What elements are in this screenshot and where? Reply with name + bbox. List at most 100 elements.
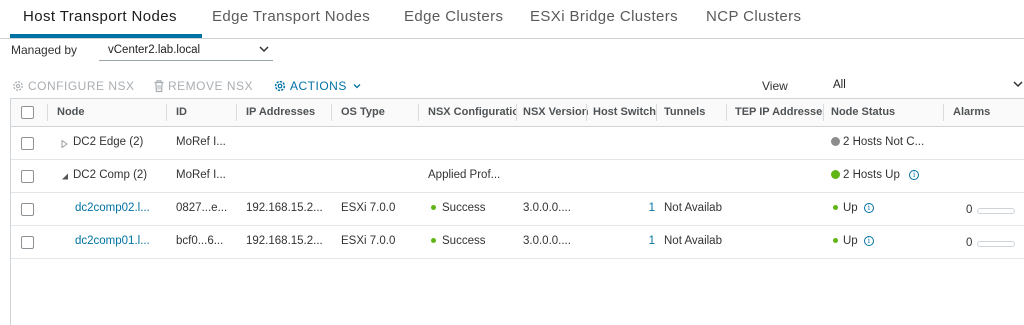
column-separator: [943, 104, 944, 121]
column-header-nsx-configuration[interactable]: NSX Configuratio: [428, 106, 516, 118]
ip-addresses: 192.168.15.2...: [246, 235, 323, 247]
managed-by-value: vCenter2.lab.local: [108, 44, 201, 56]
nsx-configuration-text: Success: [442, 202, 486, 214]
info-icon[interactable]: i: [863, 203, 874, 213]
select-all-checkbox[interactable]: [21, 106, 34, 119]
configure-nsx-label: CONFIGURE NSX: [28, 79, 135, 93]
info-icon[interactable]: i: [863, 236, 874, 246]
alarm-bar: [977, 208, 1015, 214]
nsx-configuration: Success: [431, 235, 515, 247]
managed-by-label: Managed by: [11, 43, 78, 57]
column-header-alarms[interactable]: Alarms: [953, 106, 1013, 118]
column-header-id[interactable]: ID: [176, 106, 236, 118]
tab-edge-transport-nodes[interactable]: Edge Transport Nodes: [212, 8, 370, 25]
tab-edge-clusters[interactable]: Edge Clusters: [404, 8, 503, 25]
tab-esxi-bridge-clusters[interactable]: ESXi Bridge Clusters: [530, 8, 678, 25]
node-status: 2 Hosts Not C...: [831, 136, 941, 148]
host-switch-count[interactable]: 1: [637, 235, 655, 247]
nsx-version: 3.0.0.0....: [523, 202, 571, 214]
status-dot-icon: [833, 205, 838, 211]
actions-menu-button[interactable]: ACTIONS: [273, 79, 364, 93]
nsx-configuration-text: Success: [442, 235, 486, 247]
row-checkbox[interactable]: [21, 137, 34, 150]
column-separator: [331, 104, 332, 121]
view-value: All: [833, 79, 846, 91]
table-row[interactable]: DC2 Edge (2) MoRef I... 2 Hosts Not C...: [11, 127, 1024, 160]
table-row[interactable]: DC2 Comp (2) MoRef I... Applied Prof... …: [11, 160, 1024, 193]
column-separator: [726, 104, 727, 121]
column-header-tunnels[interactable]: Tunnels: [664, 106, 726, 118]
row-checkbox[interactable]: [21, 170, 34, 183]
success-dot-icon: [431, 205, 436, 211]
alarm-count: 0: [966, 204, 973, 216]
nsx-configuration: Applied Prof...: [428, 169, 501, 181]
column-separator: [236, 104, 237, 121]
column-header-node[interactable]: Node: [57, 106, 157, 118]
ip-addresses: 192.168.15.2...: [246, 202, 323, 214]
table-row[interactable]: dc2comp01.l... bcf0...6... 192.168.15.2.…: [11, 226, 1024, 259]
status-dot-icon: [831, 170, 840, 180]
nsx-configuration: Success: [431, 202, 515, 214]
chevron-down-icon: [259, 46, 269, 53]
tunnels: Not Availab: [664, 235, 722, 247]
node-id: MoRef I...: [176, 169, 226, 181]
node-id: bcf0...6...: [176, 235, 224, 247]
tab-host-transport-nodes[interactable]: Host Transport Nodes: [23, 8, 177, 25]
node-name: DC2 Edge (2): [73, 136, 144, 148]
view-select[interactable]: All: [828, 76, 1024, 94]
node-link[interactable]: dc2comp02.l...: [75, 202, 165, 214]
nsx-version: 3.0.0.0....: [523, 235, 571, 247]
host-switch-count[interactable]: 1: [637, 202, 655, 214]
column-header-ip-addresses[interactable]: IP Addresses: [246, 106, 330, 118]
column-header-host-switch[interactable]: Host Switch: [593, 106, 657, 118]
chevron-down-icon: [1013, 81, 1023, 88]
node-link[interactable]: dc2comp01.l...: [75, 235, 165, 247]
os-type: ESXi 7.0.0: [341, 202, 396, 214]
success-dot-icon: [431, 238, 436, 244]
expand-caret-icon[interactable]: [61, 140, 68, 148]
column-separator: [418, 104, 419, 121]
trash-icon: [154, 80, 164, 93]
chevron-down-icon: [353, 84, 361, 89]
table-row[interactable]: dc2comp02.l... 0827...e... 192.168.15.2.…: [11, 193, 1024, 226]
configure-nsx-button[interactable]: CONFIGURE NSX: [11, 79, 135, 93]
node-status: 2 Hosts Up i: [831, 169, 941, 181]
info-icon[interactable]: i: [909, 170, 920, 180]
column-separator: [47, 104, 48, 121]
node-status-text: 2 Hosts Not C...: [843, 136, 925, 148]
tab-ncp-clusters[interactable]: NCP Clusters: [706, 8, 801, 25]
gear-plus-icon: [13, 81, 23, 91]
column-header-nsx-version[interactable]: NSX Version: [523, 106, 589, 118]
gear-icon: [274, 80, 286, 92]
column-separator: [586, 104, 587, 121]
host-transport-nodes-grid: Node ID IP Addresses OS Type NSX Configu…: [10, 98, 1024, 325]
actions-label: ACTIONS: [290, 79, 347, 93]
node-id: 0827...e...: [176, 202, 228, 214]
node-name: DC2 Comp (2): [73, 169, 148, 181]
view-label: View: [762, 79, 788, 93]
remove-nsx-button[interactable]: REMOVE NSX: [153, 79, 253, 93]
node-status-text: 2 Hosts Up: [843, 169, 900, 181]
node-status-text: Up: [843, 202, 858, 214]
row-checkbox[interactable]: [21, 236, 34, 249]
status-dot-icon: [831, 137, 840, 147]
remove-nsx-label: REMOVE NSX: [168, 79, 254, 93]
column-header-os-type[interactable]: OS Type: [341, 106, 417, 118]
row-checkbox[interactable]: [21, 203, 34, 216]
os-type: ESXi 7.0.0: [341, 235, 396, 247]
status-dot-icon: [833, 238, 838, 244]
node-status: Up i: [833, 202, 933, 214]
column-separator: [656, 104, 657, 121]
column-separator: [516, 104, 517, 121]
transport-nodes-tabs: Host Transport Nodes Edge Transport Node…: [0, 0, 1024, 39]
node-status: Up i: [833, 235, 933, 247]
grid-header: Node ID IP Addresses OS Type NSX Configu…: [11, 99, 1024, 127]
active-tab-indicator: [10, 34, 202, 38]
column-separator: [166, 104, 167, 121]
column-header-tep-ip-addresses[interactable]: TEP IP Addresses: [735, 106, 823, 118]
column-separator: [823, 104, 824, 121]
collapse-caret-icon[interactable]: [61, 173, 69, 180]
managed-by-select[interactable]: vCenter2.lab.local: [99, 40, 273, 61]
column-header-node-status[interactable]: Node Status: [831, 106, 935, 118]
node-status-text: Up: [843, 235, 858, 247]
